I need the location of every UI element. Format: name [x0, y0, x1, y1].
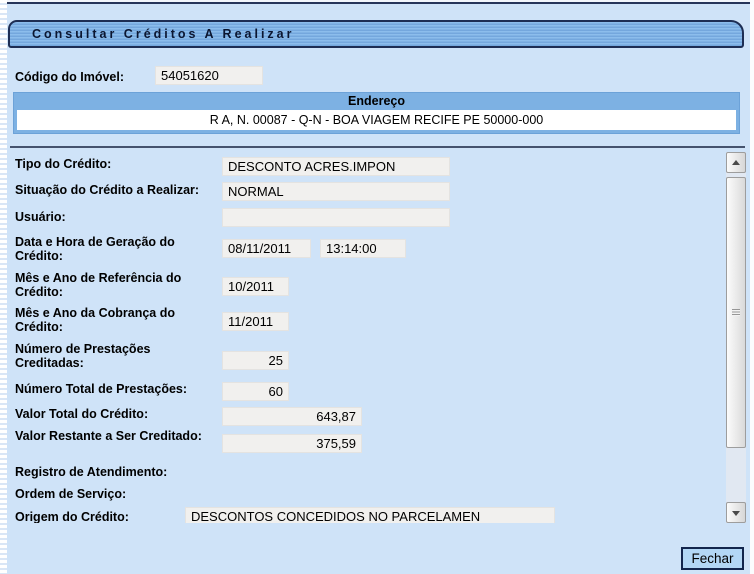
data-hora-geracao-label: Data e Hora de Geração do Crédito:: [15, 236, 220, 263]
mes-ano-referencia-field[interactable]: 10/2011: [222, 277, 289, 296]
consultar-creditos-window: Consultar Créditos A Realizar Código do …: [0, 0, 754, 574]
situacao-credito-label: Situação do Crédito a Realizar:: [15, 184, 225, 198]
num-prestacoes-creditadas-field[interactable]: 25: [222, 351, 289, 370]
num-prestacoes-creditadas-label: Número de Prestações Creditadas:: [15, 343, 220, 370]
valor-restante-field[interactable]: 375,59: [222, 434, 362, 453]
usuario-label: Usuário:: [15, 211, 220, 225]
endereco-table: Endereço R A, N. 00087 - Q-N - BOA VIAGE…: [13, 92, 740, 134]
endereco-header: Endereço: [14, 93, 739, 110]
separator-line: [10, 146, 745, 148]
origem-credito-field[interactable]: DESCONTOS CONCEDIDOS NO PARCELAMEN: [185, 507, 555, 523]
scroll-down-icon: [732, 511, 740, 516]
scroll-up-icon: [732, 160, 740, 165]
tipo-credito-label: Tipo do Crédito:: [15, 158, 220, 172]
form-scroll-viewport: Tipo do Crédito: DESCONTO ACRES.IMPON Si…: [0, 150, 722, 523]
num-total-prestacoes-field[interactable]: 60: [222, 382, 289, 401]
codigo-imovel-field[interactable]: 54051620: [155, 66, 263, 85]
valor-restante-label: Valor Restante a Ser Creditado:: [15, 430, 220, 444]
scroll-up-button[interactable]: [726, 152, 746, 173]
window-top-border: [7, 2, 750, 4]
page-title: Consultar Créditos A Realizar: [8, 20, 744, 48]
usuario-field[interactable]: [222, 208, 450, 227]
fechar-button[interactable]: Fechar: [681, 547, 744, 570]
codigo-imovel-label: Código do Imóvel:: [15, 70, 124, 84]
ordem-servico-label: Ordem de Serviço:: [15, 488, 220, 502]
vertical-scrollbar[interactable]: [726, 152, 746, 523]
scrollbar-thumb[interactable]: [726, 177, 746, 448]
mes-ano-cobranca-label: Mês e Ano da Cobrança do Crédito:: [15, 307, 220, 334]
hora-geracao-field[interactable]: 13:14:00: [320, 239, 406, 258]
scroll-down-button[interactable]: [726, 502, 746, 523]
scrollbar-grip-icon: [732, 309, 740, 316]
window-right-edge: [750, 0, 754, 574]
mes-ano-referencia-label: Mês e Ano de Referência do Crédito:: [15, 272, 220, 299]
num-total-prestacoes-label: Número Total de Prestações:: [15, 383, 220, 397]
endereco-value: R A, N. 00087 - Q-N - BOA VIAGEM RECIFE …: [17, 110, 736, 130]
tipo-credito-field[interactable]: DESCONTO ACRES.IMPON: [222, 157, 450, 176]
data-geracao-field[interactable]: 08/11/2011: [222, 239, 311, 258]
mes-ano-cobranca-field[interactable]: 11/2011: [222, 312, 289, 331]
valor-total-credito-label: Valor Total do Crédito:: [15, 408, 220, 422]
valor-total-credito-field[interactable]: 643,87: [222, 407, 362, 426]
registro-atendimento-label: Registro de Atendimento:: [15, 466, 220, 480]
situacao-credito-field[interactable]: NORMAL: [222, 182, 450, 201]
